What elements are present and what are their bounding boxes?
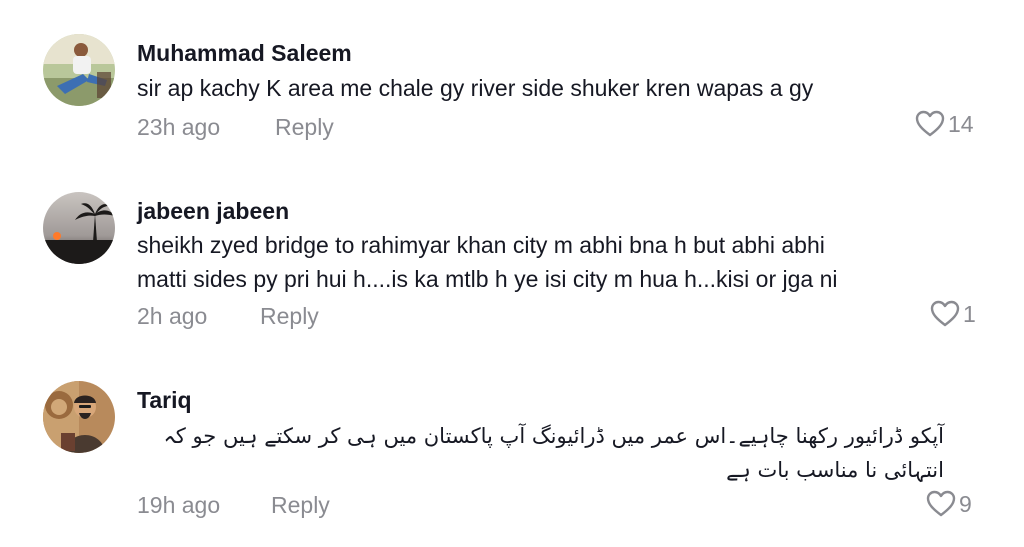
comment-item: Tariq آپکو ڈرائیور رکھنا چاہیے۔اس عمر می… <box>0 0 1024 547</box>
comment-text-line: آپکو ڈرائیور رکھنا چاہیے۔اس عمر میں ڈرائ… <box>163 424 944 448</box>
like-button[interactable]: 9 <box>926 490 972 518</box>
comment-timestamp: 19h ago <box>137 492 221 518</box>
comment-text: آپکو ڈرائیور رکھنا چاہیے۔اس عمر میں ڈرائ… <box>163 419 944 487</box>
comment-username[interactable]: Tariq <box>137 387 192 414</box>
heart-outline-icon <box>926 490 956 517</box>
person-lion-avatar-icon <box>43 381 115 453</box>
comment-text-line: انتہائی نا مناسب بات ہے <box>726 458 944 482</box>
avatar[interactable] <box>43 381 115 453</box>
reply-button[interactable]: Reply <box>271 492 330 519</box>
like-count: 9 <box>959 490 972 517</box>
